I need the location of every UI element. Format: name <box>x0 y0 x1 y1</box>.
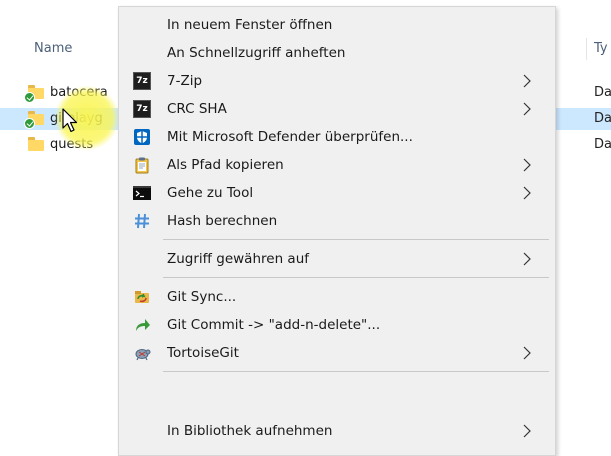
menu-item-7zip[interactable]: 7z 7-Zip <box>119 67 555 95</box>
menu-item-label: TortoiseGit <box>167 345 239 361</box>
menu-item-defender-scan[interactable]: Mit Microsoft Defender überprüfen... <box>119 123 555 151</box>
menu-item-label: 7-Zip <box>167 73 203 89</box>
menu-item-label: An Schnellzugriff anheften <box>167 45 346 61</box>
git-commit-icon <box>136 319 150 331</box>
git-sync-icon <box>135 291 149 303</box>
column-divider[interactable] <box>586 38 587 60</box>
menu-item-copy-as-path[interactable]: Als Pfad kopieren <box>119 151 555 179</box>
column-header-type[interactable]: Ty <box>594 38 608 60</box>
menu-item-label: CRC SHA <box>167 101 227 117</box>
menu-item-pin-quick-access[interactable]: An Schnellzugriff anheften <box>119 39 555 67</box>
menu-separator <box>163 277 549 278</box>
defender-shield-icon <box>134 129 150 145</box>
7zip-icon: 7z <box>133 72 151 90</box>
clipboard-icon <box>135 157 149 174</box>
column-header-name[interactable]: Name <box>34 38 72 60</box>
menu-item-hash-calculate[interactable]: Hash berechnen <box>119 207 555 235</box>
chevron-right-icon <box>523 102 531 116</box>
mouse-cursor-icon <box>62 108 78 133</box>
chevron-right-icon <box>523 186 531 200</box>
menu-item-grant-access[interactable]: Zugriff gewähren auf <box>119 245 555 273</box>
menu-item-tortoisegit[interactable]: TortoiseGit <box>119 339 555 367</box>
menu-item-label: In neuem Fenster öffnen <box>167 17 333 33</box>
menu-item-label: Git Sync... <box>167 289 237 305</box>
menu-item-add-to-library[interactable]: In Bibliothek aufnehmen <box>119 417 555 445</box>
menu-item-label: Zugriff gewähren auf <box>167 251 310 267</box>
menu-item-go-to-tool[interactable]: Gehe zu Tool <box>119 179 555 207</box>
menu-item-label: Hash berechnen <box>167 213 278 229</box>
7zip-icon: 7z <box>133 100 151 118</box>
menu-item-git-commit[interactable]: Git Commit -> "add-n-delete"... <box>119 311 555 339</box>
terminal-icon <box>133 186 151 200</box>
git-synced-badge-icon <box>24 118 35 129</box>
file-type: Da <box>594 111 611 126</box>
menu-item-label: Als Pfad kopieren <box>167 157 284 173</box>
folder-icon <box>28 137 44 151</box>
file-type: Da <box>594 85 611 100</box>
menu-item-crc-sha[interactable]: 7z CRC SHA <box>119 95 555 123</box>
chevron-right-icon <box>523 74 531 88</box>
menu-item-label: In Bibliothek aufnehmen <box>167 423 333 439</box>
tortoisegit-icon <box>135 349 151 361</box>
chevron-right-icon <box>523 252 531 266</box>
menu-item-label: Git Commit -> "add-n-delete"... <box>167 317 381 333</box>
chevron-right-icon <box>523 424 531 438</box>
chevron-right-icon <box>523 346 531 360</box>
menu-item-open-new-window[interactable]: In neuem Fenster öffnen <box>119 11 555 39</box>
file-type: Da <box>594 137 611 152</box>
hash-icon <box>135 213 149 229</box>
menu-item-label: Gehe zu Tool <box>167 185 254 201</box>
menu-separator <box>163 239 549 240</box>
chevron-right-icon <box>523 158 531 172</box>
menu-item-git-sync[interactable]: Git Sync... <box>119 283 555 311</box>
context-menu: In neuem Fenster öffnen An Schnellzugrif… <box>118 6 556 456</box>
git-synced-badge-icon <box>24 92 35 103</box>
menu-item-label: Mit Microsoft Defender überprüfen... <box>167 129 413 145</box>
menu-separator <box>163 371 549 372</box>
